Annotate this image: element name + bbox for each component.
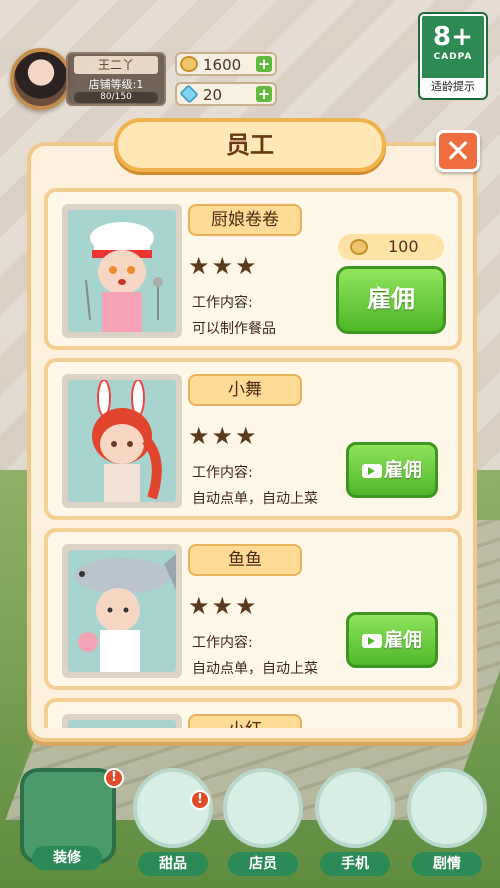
book-icon <box>407 768 487 848</box>
player-avatar[interactable] <box>10 48 72 110</box>
star-rating: ★★★ <box>188 422 259 450</box>
staff-icon <box>223 768 303 848</box>
work-label: 工作内容: <box>192 465 253 481</box>
hire-price: 100 <box>338 234 444 260</box>
employee-portrait <box>62 374 182 508</box>
nav-label: 甜品 <box>138 852 208 876</box>
hire-video-button[interactable]: 雇佣 <box>346 612 438 668</box>
age-rating-badge[interactable]: 8+ CADPA 适龄提示 <box>418 12 488 100</box>
nav-phone[interactable]: 手机 <box>312 768 398 880</box>
player-info: 王二丫 店铺等级:1 80/150 <box>66 52 166 106</box>
nav-story[interactable]: 剧情 <box>404 768 490 880</box>
close-icon: ✕ <box>444 132 472 170</box>
employee-name: 厨娘卷卷 <box>188 204 302 236</box>
employee-portrait <box>62 714 182 728</box>
hire-label: 雇佣 <box>367 285 415 313</box>
coin-icon <box>180 56 198 72</box>
nav-label: 店员 <box>228 852 298 876</box>
employee-name: 小红 <box>188 714 302 728</box>
diamond-icon <box>179 84 199 104</box>
star-rating: ★★★ <box>188 592 259 620</box>
notification-badge: ! <box>104 768 124 788</box>
add-coins-button[interactable]: + <box>256 56 272 72</box>
rating-tip: 适龄提示 <box>422 78 484 96</box>
add-diamonds-button[interactable]: + <box>256 86 272 102</box>
nav-label: 手机 <box>320 852 390 876</box>
panel-title: 员工 <box>114 118 386 172</box>
work-description: 可以制作餐品 <box>192 321 276 337</box>
exp-bar: 80/150 <box>74 92 158 103</box>
player-name: 王二丫 <box>74 56 158 74</box>
employee-name: 鱼鱼 <box>188 544 302 576</box>
video-icon <box>361 633 382 648</box>
nav-desserts[interactable]: 甜品 ! <box>130 768 216 880</box>
employee-portrait <box>62 204 182 338</box>
video-icon <box>361 463 382 478</box>
coins-value: 1600 <box>203 56 242 74</box>
price-value: 100 <box>388 237 419 256</box>
hire-video-button[interactable]: 雇佣 <box>346 442 438 498</box>
work-description: 自动点单，自动上菜 <box>192 491 318 507</box>
nav-decorate[interactable]: 装修 ! <box>20 768 124 880</box>
hire-label: 雇佣 <box>383 629 422 651</box>
shop-level: 店铺等级:1 <box>88 78 144 91</box>
hire-button[interactable]: 雇佣 <box>336 266 446 334</box>
employee-list[interactable]: 厨娘卷卷 ★★★ 工作内容: 可以制作餐品 100 雇佣 小舞 ★★★ 工作内容… <box>44 188 462 728</box>
nav-staff[interactable]: 店员 <box>220 768 306 880</box>
employee-card: 小红 <box>44 698 462 728</box>
work-description: 自动点单，自动上菜 <box>192 661 318 677</box>
hire-label: 雇佣 <box>383 459 422 481</box>
employee-card: 鱼鱼 ★★★ 工作内容: 自动点单，自动上菜 雇佣 <box>44 528 462 690</box>
chef-girl-illustration <box>85 222 163 332</box>
nav-label: 装修 <box>32 846 102 870</box>
phone-icon <box>315 768 395 848</box>
diamonds-counter: 20 + <box>175 82 277 106</box>
bunny-girl-illustration <box>92 380 162 502</box>
age-rating: 8+ <box>433 22 473 52</box>
rating-org: CADPA <box>433 52 473 62</box>
employee-portrait <box>62 544 182 678</box>
fish-hat-chef-illustration <box>74 554 176 672</box>
nav-label: 剧情 <box>412 852 482 876</box>
employee-name: 小舞 <box>188 374 302 406</box>
work-label: 工作内容: <box>192 635 253 651</box>
employee-card: 小舞 ★★★ 工作内容: 自动点单，自动上菜 雇佣 <box>44 358 462 520</box>
coin-icon <box>350 239 368 255</box>
work-label: 工作内容: <box>192 295 253 311</box>
employee-card: 厨娘卷卷 ★★★ 工作内容: 可以制作餐品 100 雇佣 <box>44 188 462 350</box>
coins-counter: 1600 + <box>175 52 277 76</box>
star-rating: ★★★ <box>188 252 259 280</box>
close-button[interactable]: ✕ <box>436 130 480 172</box>
diamonds-value: 20 <box>203 86 223 104</box>
notification-badge: ! <box>190 790 210 810</box>
